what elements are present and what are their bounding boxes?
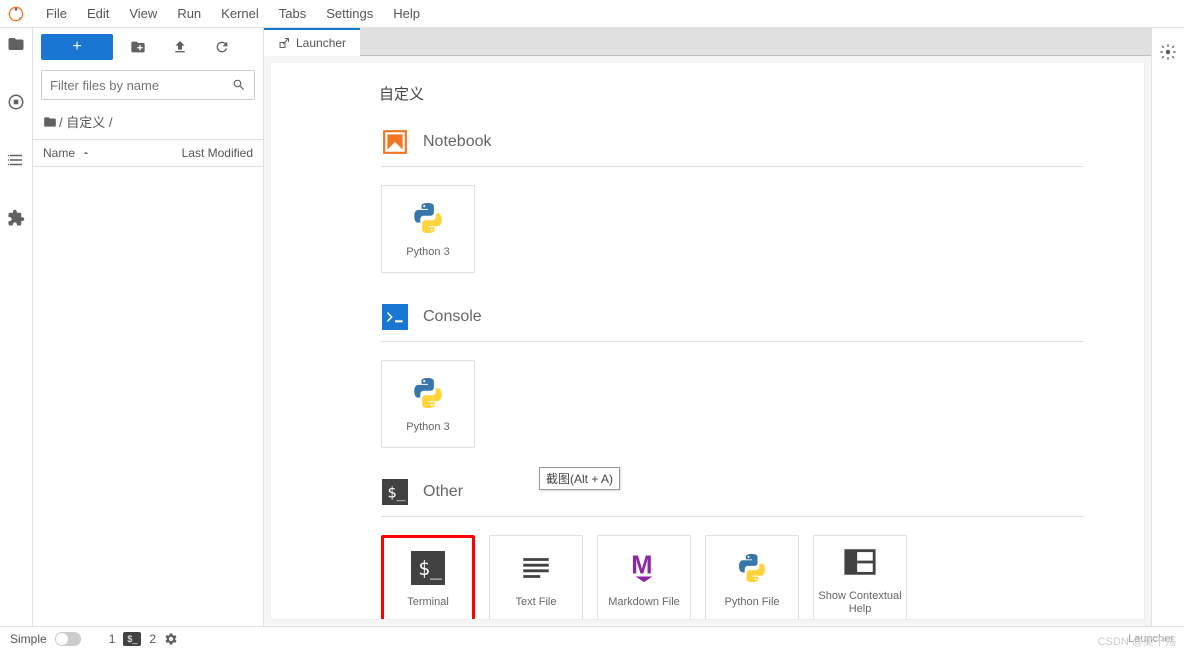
section-other-head: $_ Other bbox=[381, 478, 1144, 506]
csdn-watermark: CSDN @奕千殇 bbox=[1098, 633, 1176, 649]
markdown-icon: M bbox=[624, 548, 664, 588]
extensions-icon[interactable] bbox=[6, 208, 26, 228]
terminal-icon: $_ bbox=[408, 548, 448, 588]
card-python-file[interactable]: Python File bbox=[705, 535, 799, 620]
section-other-title: Other bbox=[423, 483, 463, 501]
console-card-row: Python 3 bbox=[381, 360, 1144, 448]
col-modified-header[interactable]: Last Modified bbox=[182, 146, 253, 160]
svg-text:$_: $_ bbox=[418, 557, 442, 580]
terminal-count[interactable]: 2 bbox=[149, 632, 156, 646]
content-area: Launcher 自定义 Notebook Python 3 Console bbox=[264, 28, 1151, 626]
filter-input-field[interactable] bbox=[50, 78, 232, 93]
card-label: Python 3 bbox=[402, 421, 453, 434]
python-icon bbox=[408, 198, 448, 238]
svg-text:$_: $_ bbox=[387, 483, 406, 501]
text-file-icon bbox=[516, 548, 556, 588]
menu-run[interactable]: Run bbox=[167, 2, 211, 25]
card-notebook-python3[interactable]: Python 3 bbox=[381, 185, 475, 273]
card-text-file[interactable]: Text File bbox=[489, 535, 583, 620]
menu-tabs[interactable]: Tabs bbox=[269, 2, 316, 25]
card-label: Python 3 bbox=[402, 246, 453, 259]
refresh-icon[interactable] bbox=[213, 38, 231, 56]
svg-text:M: M bbox=[631, 552, 652, 580]
card-terminal[interactable]: $_ Terminal bbox=[381, 535, 475, 620]
launcher-tab-icon bbox=[278, 37, 290, 49]
tab-launcher[interactable]: Launcher bbox=[264, 28, 360, 56]
divider bbox=[381, 516, 1084, 517]
help-panel-icon bbox=[840, 542, 880, 582]
top-menu-bar: File Edit View Run Kernel Tabs Settings … bbox=[0, 0, 1184, 28]
section-console-title: Console bbox=[423, 308, 482, 326]
settings-gear-icon[interactable] bbox=[164, 632, 178, 646]
python-icon bbox=[732, 548, 772, 588]
card-label: Markdown File bbox=[604, 596, 684, 609]
terminal-status-icon[interactable]: $_ bbox=[123, 632, 141, 646]
menu-view[interactable]: View bbox=[119, 2, 167, 25]
status-bar: Simple 1 $_ 2 CSDN @奕千殇 Launcher bbox=[0, 626, 1184, 651]
menu-settings[interactable]: Settings bbox=[316, 2, 383, 25]
notebook-section-icon bbox=[381, 128, 409, 156]
new-folder-icon[interactable] bbox=[129, 38, 147, 56]
toc-icon[interactable] bbox=[6, 150, 26, 170]
notebook-card-row: Python 3 bbox=[381, 185, 1144, 273]
file-list-header: Name Last Modified bbox=[33, 139, 263, 167]
console-section-icon bbox=[381, 303, 409, 331]
sort-asc-icon bbox=[81, 148, 91, 158]
menu-file[interactable]: File bbox=[36, 2, 77, 25]
status-left: Simple 1 $_ 2 bbox=[10, 632, 178, 646]
section-console-head: Console bbox=[381, 303, 1144, 331]
divider bbox=[381, 341, 1084, 342]
folder-browser-icon[interactable] bbox=[6, 34, 26, 54]
running-sessions-icon[interactable] bbox=[6, 92, 26, 112]
left-rail bbox=[0, 28, 33, 626]
card-markdown-file[interactable]: M Markdown File bbox=[597, 535, 691, 620]
card-contextual-help[interactable]: Show Contextual Help bbox=[813, 535, 907, 620]
python-icon bbox=[408, 373, 448, 413]
card-label: Python File bbox=[720, 596, 783, 609]
other-section-icon: $_ bbox=[381, 478, 409, 506]
folder-icon bbox=[43, 115, 57, 129]
file-toolbar: + bbox=[33, 28, 263, 66]
file-browser-panel: + / 自定义 / Name Last Modified bbox=[33, 28, 264, 626]
upload-icon[interactable] bbox=[171, 38, 189, 56]
breadcrumb-path: / 自定义 / bbox=[59, 112, 112, 131]
section-notebook-title: Notebook bbox=[423, 133, 492, 151]
breadcrumb[interactable]: / 自定义 / bbox=[33, 104, 263, 139]
new-launcher-button[interactable]: + bbox=[41, 34, 113, 60]
tab-label: Launcher bbox=[296, 36, 346, 50]
col-name-header[interactable]: Name bbox=[43, 146, 182, 160]
card-label: Terminal bbox=[403, 596, 453, 609]
screenshot-tooltip: 截图(Alt + A) bbox=[539, 467, 620, 490]
menu-help[interactable]: Help bbox=[383, 2, 430, 25]
jupyter-logo-icon bbox=[8, 6, 24, 22]
filter-files-input[interactable] bbox=[41, 70, 255, 100]
launcher-body: 自定义 Notebook Python 3 Console bbox=[270, 62, 1145, 620]
search-icon bbox=[232, 78, 246, 92]
simple-mode-label: Simple bbox=[10, 632, 47, 646]
property-inspector-icon[interactable] bbox=[1158, 42, 1178, 62]
divider bbox=[381, 166, 1084, 167]
kernel-count[interactable]: 1 bbox=[109, 632, 116, 646]
section-notebook-head: Notebook bbox=[381, 128, 1144, 156]
card-console-python3[interactable]: Python 3 bbox=[381, 360, 475, 448]
right-rail bbox=[1151, 28, 1184, 626]
tab-bar: Launcher bbox=[264, 28, 1151, 56]
other-card-row: $_ Terminal Text File M Markdown File Py… bbox=[381, 535, 1144, 620]
simple-mode-toggle[interactable] bbox=[55, 632, 81, 646]
menu-kernel[interactable]: Kernel bbox=[211, 2, 269, 25]
card-label: Show Contextual Help bbox=[814, 590, 906, 616]
launcher-cwd: 自定义 bbox=[379, 83, 1144, 104]
card-label: Text File bbox=[512, 596, 561, 609]
menu-edit[interactable]: Edit bbox=[77, 2, 119, 25]
status-right: CSDN @奕千殇 Launcher bbox=[1116, 633, 1174, 645]
main-area: + / 自定义 / Name Last Modified Launcher bbox=[0, 28, 1184, 626]
